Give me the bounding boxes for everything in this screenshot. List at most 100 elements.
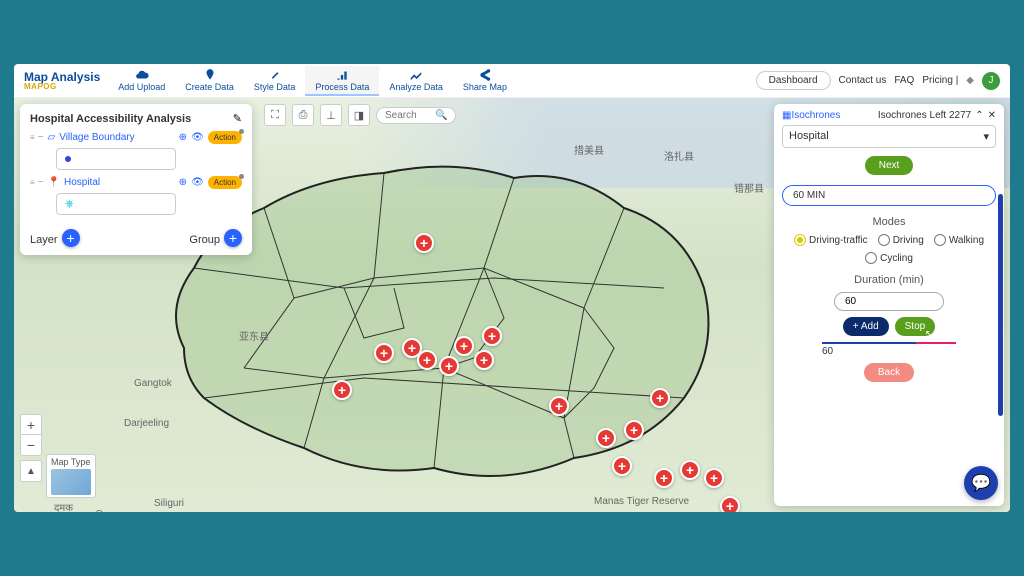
pin-icon [203, 68, 217, 82]
hospital-marker[interactable]: + [332, 380, 352, 400]
hospital-marker[interactable]: + [417, 350, 437, 370]
action-button[interactable]: Action [208, 131, 242, 144]
scrollbar[interactable] [998, 194, 1003, 416]
search-input[interactable] [385, 110, 435, 121]
share-icon [478, 68, 492, 82]
drag-handle-icon[interactable]: ≡ [30, 133, 34, 142]
maptype-selector[interactable]: Map Type [46, 454, 96, 498]
point-pin-icon: 📍 [48, 177, 60, 188]
polygon-icon: ▱ [48, 132, 56, 143]
hospital-marker[interactable]: + [680, 460, 700, 480]
dashboard-button[interactable]: Dashboard [756, 71, 831, 90]
add-button[interactable]: + Add [843, 317, 889, 336]
cloud-upload-icon [135, 68, 149, 82]
search-box[interactable]: 🔍 [376, 107, 456, 124]
menu-create-data[interactable]: Create Data [175, 66, 244, 96]
zoom-to-icon[interactable]: ⊕ [179, 132, 187, 143]
panel-grip-icon[interactable]: ▦ [782, 110, 791, 121]
panel-title: Isochrones [791, 110, 840, 121]
add-layer-button[interactable]: Layer+ [30, 229, 80, 247]
link-contact[interactable]: Contact us [839, 75, 887, 86]
hospital-marker[interactable]: + [414, 233, 434, 253]
close-icon[interactable]: ✕ [988, 110, 996, 121]
chat-button[interactable]: 💬 [964, 466, 998, 500]
visibility-icon[interactable]: 👁 [191, 177, 204, 188]
drag-handle-icon[interactable]: ≡ [30, 178, 34, 187]
zoom-in-button[interactable]: + [21, 415, 41, 435]
hospital-marker[interactable]: + [654, 468, 674, 488]
link-faq[interactable]: FAQ [894, 75, 914, 86]
map-canvas[interactable]: GangtokDarjeelingSiliguri亚东县洛扎县措美县错那县Man… [14, 98, 1010, 512]
back-button[interactable]: Back [864, 363, 914, 382]
logo: Map Analysis MAPOG [24, 71, 100, 91]
chevron-down-icon: ▾ [983, 130, 989, 143]
hospital-marker[interactable]: + [612, 456, 632, 476]
progress-bar [822, 342, 956, 344]
link-pricing[interactable]: Pricing | [922, 75, 958, 86]
action-button[interactable]: Action [208, 176, 242, 189]
measure-button[interactable]: ⊥ [320, 104, 342, 126]
search-icon[interactable]: 🔍 [435, 110, 447, 121]
menu-analyze-data[interactable]: Analyze Data [379, 66, 453, 96]
hospital-marker[interactable]: + [704, 468, 724, 488]
mode-cycling[interactable]: Cycling [865, 252, 913, 264]
north-button[interactable]: ▲ [20, 460, 42, 482]
map-place-label: 措美县 [574, 142, 604, 157]
hospital-marker[interactable]: + [474, 350, 494, 370]
edit-icon[interactable]: ✎ [233, 112, 242, 125]
layer-swatch[interactable]: ⎈ [56, 193, 176, 215]
credits-label: Isochrones Left 2277 [878, 110, 971, 121]
hospital-marker[interactable]: + [650, 388, 670, 408]
hospital-marker[interactable]: + [720, 496, 740, 512]
map-place-label: 洛扎县 [664, 148, 694, 163]
hospital-marker[interactable]: + [596, 428, 616, 448]
time-summary-input[interactable]: 60 MIN [782, 185, 996, 206]
minus-icon[interactable]: − [38, 177, 44, 188]
hospital-marker[interactable]: + [439, 356, 459, 376]
hospital-marker[interactable]: + [549, 396, 569, 416]
layer-row-village[interactable]: ≡ − ▱ Village Boundary ⊕ 👁 Action [30, 131, 242, 144]
print-button[interactable]: ⎙ [292, 104, 314, 126]
layer-select[interactable]: Hospital ▾ [782, 125, 996, 148]
collapse-icon[interactable]: ⌃ [975, 110, 983, 121]
map-place-label: Manas Tiger Reserve [594, 496, 689, 507]
zoom-to-icon[interactable]: ⊕ [179, 177, 187, 188]
layer-row-hospital[interactable]: ≡ − 📍 Hospital ⊕ 👁 Action [30, 176, 242, 189]
menu-add-upload[interactable]: Add Upload [108, 66, 175, 96]
stop-button[interactable]: Stop↖ [895, 317, 936, 336]
layer-name: Hospital [64, 177, 100, 188]
hospital-marker[interactable]: + [482, 326, 502, 346]
topbar: Map Analysis MAPOG Add Upload Create Dat… [14, 64, 1010, 98]
add-group-button[interactable]: Group+ [189, 229, 242, 247]
hospital-marker[interactable]: + [374, 343, 394, 363]
minus-icon[interactable]: − [38, 132, 44, 143]
process-icon [335, 68, 349, 82]
next-button[interactable]: Next [865, 156, 914, 175]
layer-swatch[interactable] [56, 148, 176, 170]
progress-value: 60 [822, 346, 996, 357]
project-title: Hospital Accessibility Analysis [30, 113, 191, 125]
menu-style-data[interactable]: Style Data [244, 66, 306, 96]
map-place-label: विराटनगर [96, 508, 131, 512]
mode-walking[interactable]: Walking [934, 234, 984, 246]
duration-input[interactable] [834, 292, 944, 311]
zoom-out-button[interactable]: − [21, 435, 41, 455]
hospital-marker[interactable]: + [454, 336, 474, 356]
visibility-icon[interactable]: 👁 [191, 132, 204, 143]
cube-icon[interactable]: ◆ [966, 75, 974, 86]
fullscreen-button[interactable]: ⛶ [264, 104, 286, 126]
layer-name: Village Boundary [59, 132, 134, 143]
hospital-marker[interactable]: + [624, 420, 644, 440]
menu-process-data[interactable]: Process Data [305, 66, 379, 96]
duration-label: Duration (min) [782, 274, 996, 286]
swatch-pin-icon: ⎈ [65, 198, 74, 211]
chat-icon: 💬 [971, 473, 991, 493]
zoom-control: + − [20, 414, 42, 456]
compare-button[interactable]: ◨ [348, 104, 370, 126]
mode-driving[interactable]: Driving [878, 234, 924, 246]
layers-panel: Hospital Accessibility Analysis ✎ ≡ − ▱ … [20, 104, 252, 255]
menu-share-map[interactable]: Share Map [453, 66, 517, 96]
mode-driving-traffic[interactable]: Driving-traffic [794, 234, 868, 246]
avatar[interactable]: J [982, 72, 1000, 90]
map-place-label: Gangtok [134, 378, 172, 389]
